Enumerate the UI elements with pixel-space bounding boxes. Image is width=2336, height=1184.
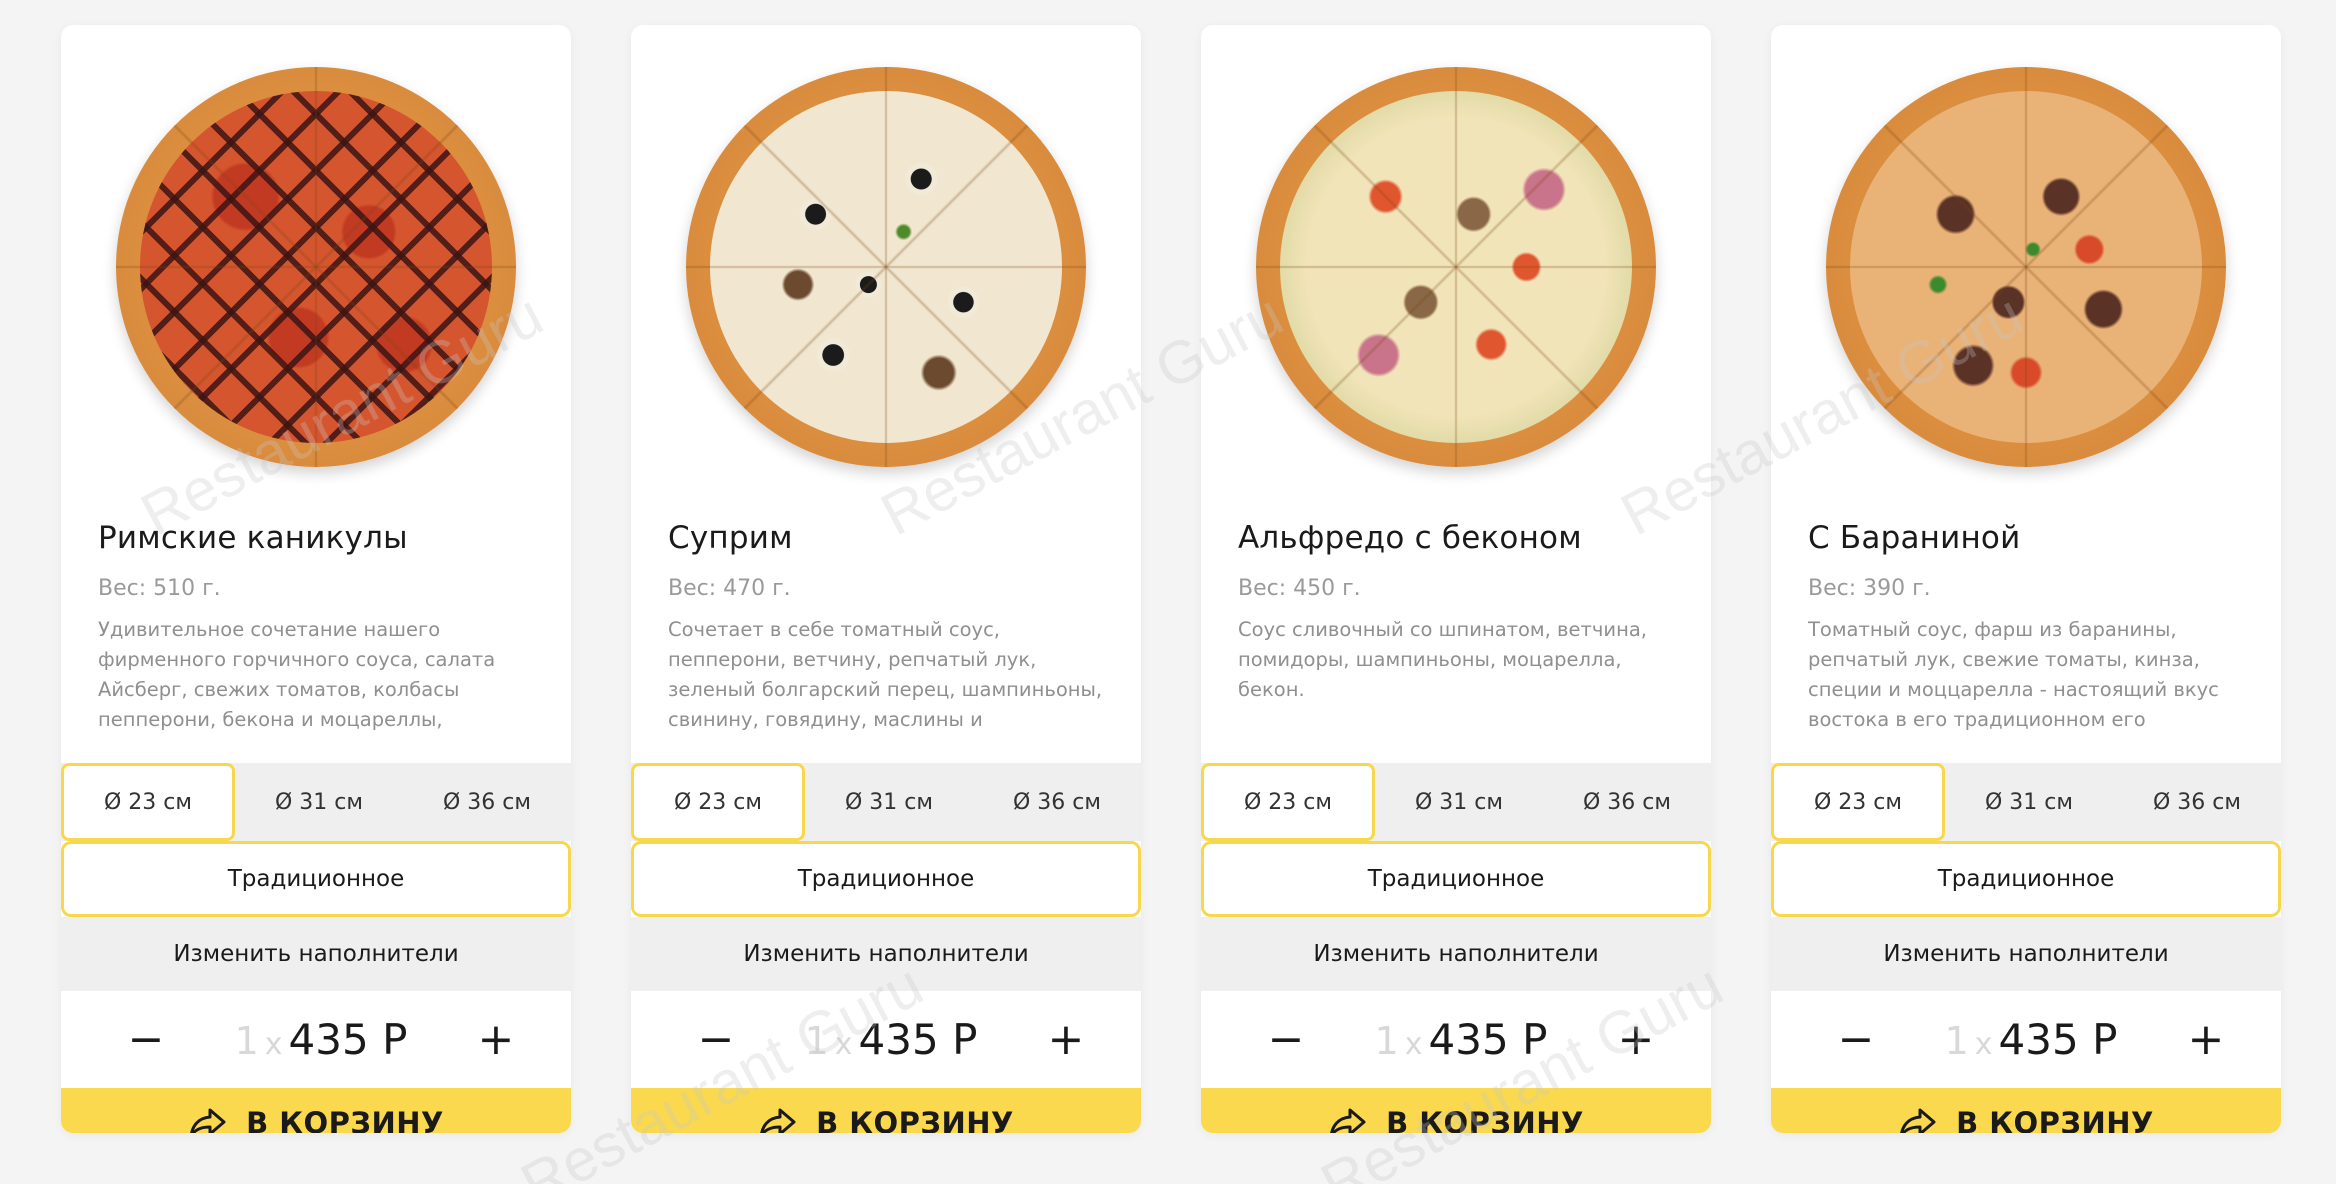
product-title: С Бараниной: [1808, 520, 2021, 556]
minus-icon[interactable]: −: [1261, 1017, 1311, 1062]
minus-icon[interactable]: −: [121, 1017, 171, 1062]
add-to-cart-button[interactable]: В КОРЗИНУ: [1201, 1088, 1711, 1133]
product-title: Суприм: [668, 520, 793, 556]
product-description: Томатный соус, фарш из баранины, репчаты…: [1808, 618, 2219, 731]
size-option-36[interactable]: Ø 36 см: [1543, 763, 1711, 841]
size-option-36[interactable]: Ø 36 см: [403, 763, 571, 841]
share-arrow-icon: [1900, 1108, 1936, 1133]
price-display: 1 x 435 Р: [1945, 1015, 2118, 1064]
product-info: Альфредо с беконом Вес: 450 г. Соус слив…: [1238, 520, 1678, 735]
product-title: Римские каникулы: [98, 520, 408, 556]
size-option-23[interactable]: Ø 23 см: [1771, 763, 1945, 841]
plus-icon[interactable]: +: [1611, 1017, 1661, 1062]
product-info: Суприм Вес: 470 г. Сочетает в себе томат…: [668, 520, 1108, 735]
size-option-31[interactable]: Ø 31 см: [235, 763, 403, 841]
size-selector: Ø 23 см Ø 31 см Ø 36 см: [631, 763, 1141, 841]
add-to-cart-button[interactable]: В КОРЗИНУ: [631, 1088, 1141, 1133]
plus-icon[interactable]: +: [1041, 1017, 1091, 1062]
times-sign: x: [1974, 1027, 1993, 1062]
share-arrow-icon: [190, 1108, 226, 1133]
share-arrow-icon: [760, 1108, 796, 1133]
dough-option-traditional[interactable]: Традиционное: [1201, 841, 1711, 917]
product-card: Суприм Вес: 470 г. Сочетает в себе томат…: [631, 25, 1141, 1133]
product-card: С Бараниной Вес: 390 г. Томатный соус, ф…: [1771, 25, 2281, 1133]
price-value: 435 Р: [1998, 1015, 2118, 1064]
product-info: С Бараниной Вес: 390 г. Томатный соус, ф…: [1808, 520, 2248, 735]
times-sign: x: [834, 1027, 853, 1062]
dough-option-traditional[interactable]: Традиционное: [1771, 841, 2281, 917]
price-display: 1 x 435 Р: [1375, 1015, 1548, 1064]
dough-option-traditional[interactable]: Традиционное: [631, 841, 1141, 917]
quantity-stepper: − 1 x 435 Р +: [1201, 991, 1711, 1088]
minus-icon[interactable]: −: [691, 1017, 741, 1062]
add-to-cart-label: В КОРЗИНУ: [1956, 1106, 2154, 1133]
size-option-36[interactable]: Ø 36 см: [2113, 763, 2281, 841]
price-value: 435 Р: [288, 1015, 408, 1064]
product-weight: Вес: 450 г.: [1238, 576, 1361, 601]
share-arrow-icon: [1330, 1108, 1366, 1133]
add-to-cart-label: В КОРЗИНУ: [246, 1106, 444, 1133]
product-grid: Римские каникулы Вес: 510 г. Удивительно…: [61, 25, 2281, 1133]
size-option-23[interactable]: Ø 23 см: [1201, 763, 1375, 841]
quantity-stepper: − 1 x 435 Р +: [1771, 991, 2281, 1088]
product-title: Альфредо с беконом: [1238, 520, 1582, 556]
product-description: Сочетает в себе томатный соус, пепперони…: [668, 618, 1103, 731]
pizza-image: [116, 67, 516, 467]
plus-icon[interactable]: +: [471, 1017, 521, 1062]
quantity-stepper: − 1 x 435 Р +: [61, 991, 571, 1088]
product-info: Римские каникулы Вес: 510 г. Удивительно…: [98, 520, 538, 735]
change-toppings-button[interactable]: Изменить наполнители: [1771, 917, 2281, 991]
pizza-image: [686, 67, 1086, 467]
size-option-31[interactable]: Ø 31 см: [1945, 763, 2113, 841]
product-description: Удивительное сочетание нашего фирменного…: [98, 618, 496, 731]
quantity-value: 1: [804, 1019, 829, 1063]
add-to-cart-button[interactable]: В КОРЗИНУ: [61, 1088, 571, 1133]
product-weight: Вес: 390 г.: [1808, 576, 1931, 601]
product-weight: Вес: 470 г.: [668, 576, 791, 601]
add-to-cart-label: В КОРЗИНУ: [1386, 1106, 1584, 1133]
minus-icon[interactable]: −: [1831, 1017, 1881, 1062]
quantity-value: 1: [234, 1019, 259, 1063]
size-option-31[interactable]: Ø 31 см: [805, 763, 973, 841]
size-option-31[interactable]: Ø 31 см: [1375, 763, 1543, 841]
size-selector: Ø 23 см Ø 31 см Ø 36 см: [1771, 763, 2281, 841]
product-weight: Вес: 510 г.: [98, 576, 221, 601]
add-to-cart-button[interactable]: В КОРЗИНУ: [1771, 1088, 2281, 1133]
pizza-image: [1256, 67, 1656, 467]
price-value: 435 Р: [1428, 1015, 1548, 1064]
product-description: Соус сливочный со шпинатом, ветчина, пом…: [1238, 618, 1647, 701]
size-option-23[interactable]: Ø 23 см: [631, 763, 805, 841]
quantity-value: 1: [1944, 1019, 1969, 1063]
size-selector: Ø 23 см Ø 31 см Ø 36 см: [61, 763, 571, 841]
size-selector: Ø 23 см Ø 31 см Ø 36 см: [1201, 763, 1711, 841]
product-card: Римские каникулы Вес: 510 г. Удивительно…: [61, 25, 571, 1133]
change-toppings-button[interactable]: Изменить наполнители: [61, 917, 571, 991]
plus-icon[interactable]: +: [2181, 1017, 2231, 1062]
size-option-23[interactable]: Ø 23 см: [61, 763, 235, 841]
times-sign: x: [264, 1027, 283, 1062]
dough-option-traditional[interactable]: Традиционное: [61, 841, 571, 917]
add-to-cart-label: В КОРЗИНУ: [816, 1106, 1014, 1133]
change-toppings-button[interactable]: Изменить наполнители: [1201, 917, 1711, 991]
price-value: 435 Р: [858, 1015, 978, 1064]
times-sign: x: [1404, 1027, 1423, 1062]
quantity-value: 1: [1374, 1019, 1399, 1063]
quantity-stepper: − 1 x 435 Р +: [631, 991, 1141, 1088]
product-card: Альфредо с беконом Вес: 450 г. Соус слив…: [1201, 25, 1711, 1133]
change-toppings-button[interactable]: Изменить наполнители: [631, 917, 1141, 991]
price-display: 1 x 435 Р: [805, 1015, 978, 1064]
size-option-36[interactable]: Ø 36 см: [973, 763, 1141, 841]
pizza-image: [1826, 67, 2226, 467]
price-display: 1 x 435 Р: [235, 1015, 408, 1064]
